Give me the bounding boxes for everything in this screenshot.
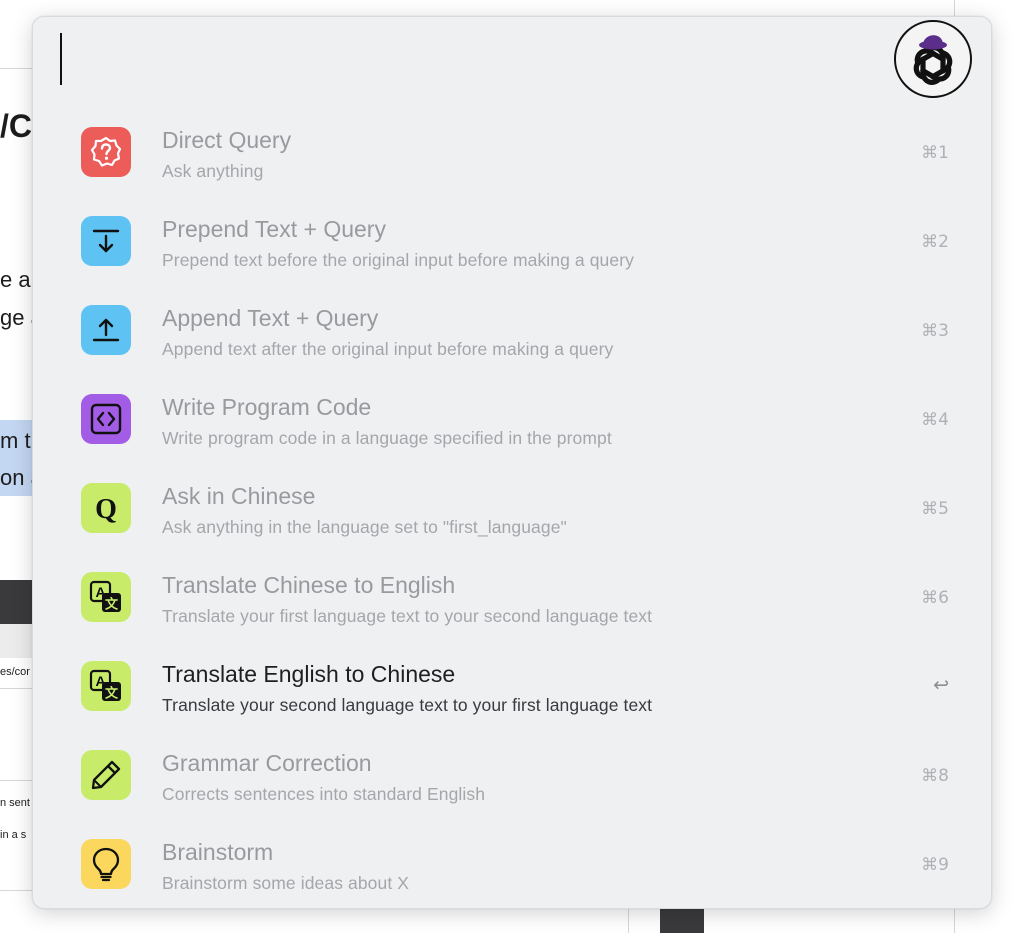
- background-heading-fragment: /Co: [0, 108, 34, 144]
- command-title: Direct Query: [162, 127, 292, 153]
- command-title: Translate Chinese to English: [162, 572, 456, 598]
- question-badge-icon: [81, 127, 131, 177]
- svg-text:文: 文: [105, 597, 119, 613]
- command-subtitle: Corrects sentences into standard English: [162, 784, 486, 804]
- background-small-text: n sent: [0, 797, 30, 809]
- background-vertical-divider: [628, 908, 629, 933]
- command-item-ask-in-chinese[interactable]: Q Ask in Chinese Ask anything in the lan…: [33, 463, 991, 552]
- command-item-translate-chinese-to-english[interactable]: A 文 Translate Chinese to English Transla…: [33, 552, 991, 641]
- background-highlight-text: on a: [0, 465, 34, 490]
- background-dark-bar: [0, 580, 34, 624]
- background-small-text: in a s: [0, 829, 27, 841]
- lightbulb-icon: [81, 839, 131, 889]
- arrow-down-to-line-icon: [81, 216, 131, 266]
- translate-icon: A 文: [81, 572, 131, 622]
- command-subtitle: Brainstorm some ideas about X: [162, 873, 410, 893]
- command-item-grammar-correction[interactable]: Grammar Correction Corrects sentences in…: [33, 730, 991, 819]
- text-cursor: [60, 33, 62, 85]
- command-title: Prepend Text + Query: [162, 216, 386, 242]
- background-text-fragment: ge a: [0, 305, 34, 330]
- search-row: [33, 17, 991, 107]
- command-title: Grammar Correction: [162, 750, 372, 776]
- background-divider: [0, 890, 34, 891]
- command-subtitle: Append text after the original input bef…: [162, 339, 614, 359]
- keyboard-shortcut: ⌘4: [921, 410, 949, 430]
- command-subtitle: Prepend text before the original input b…: [162, 250, 634, 270]
- command-item-prepend-text-query[interactable]: Prepend Text + Query Prepend text before…: [33, 196, 991, 285]
- background-highlight-text: m t: [0, 428, 31, 453]
- background-divider: [0, 688, 34, 689]
- keyboard-shortcut: ⌘3: [921, 321, 949, 341]
- keyboard-shortcut: ⌘8: [921, 766, 949, 786]
- command-subtitle: Ask anything in the language set to "fir…: [162, 517, 567, 537]
- arrow-up-to-line-icon: [81, 305, 131, 355]
- background-path-fragment: es/cor: [0, 666, 30, 678]
- background-divider: [0, 780, 34, 781]
- keyboard-shortcut: ⌘1: [921, 143, 949, 163]
- background-text-fragment: e a: [0, 267, 31, 292]
- search-input[interactable]: [57, 31, 877, 87]
- keyboard-shortcut: ⌘6: [921, 588, 949, 608]
- svg-text:Q: Q: [95, 494, 117, 525]
- command-item-write-program-code[interactable]: Write Program Code Write program code in…: [33, 374, 991, 463]
- command-subtitle: Ask anything: [162, 161, 264, 181]
- command-title: Translate English to Chinese: [162, 661, 456, 687]
- command-item-translate-english-to-chinese[interactable]: A 文 Translate English to Chinese Transla…: [33, 641, 991, 730]
- openai-logo-with-hat-icon[interactable]: [893, 19, 973, 99]
- letter-q-icon: Q: [81, 483, 131, 533]
- background-dark-block: [660, 908, 704, 933]
- command-subtitle: Translate your first language text to yo…: [162, 606, 653, 626]
- code-brackets-icon: [81, 394, 131, 444]
- keyboard-shortcut: ⌘5: [921, 499, 949, 519]
- command-subtitle: Write program code in a language specifi…: [162, 428, 612, 448]
- command-item-direct-query[interactable]: Direct Query Ask anything ⌘1: [33, 107, 991, 196]
- command-title: Append Text + Query: [162, 305, 379, 331]
- return-key-icon: ↩: [933, 674, 949, 696]
- command-item-brainstorm[interactable]: Brainstorm Brainstorm some ideas about X…: [33, 819, 991, 908]
- pencil-icon: [81, 750, 131, 800]
- command-launcher-panel: Direct Query Ask anything ⌘1 Prepend Tex…: [32, 16, 992, 909]
- command-title: Write Program Code: [162, 394, 372, 420]
- command-item-append-text-query[interactable]: Append Text + Query Append text after th…: [33, 285, 991, 374]
- command-title: Ask in Chinese: [162, 483, 316, 509]
- keyboard-shortcut: ⌘2: [921, 232, 949, 252]
- background-gray-bar: [0, 624, 34, 658]
- svg-text:文: 文: [105, 686, 119, 702]
- keyboard-shortcut: ⌘9: [921, 855, 949, 875]
- translate-icon: A 文: [81, 661, 131, 711]
- command-subtitle: Translate your second language text to y…: [162, 695, 653, 715]
- command-title: Brainstorm: [162, 839, 274, 865]
